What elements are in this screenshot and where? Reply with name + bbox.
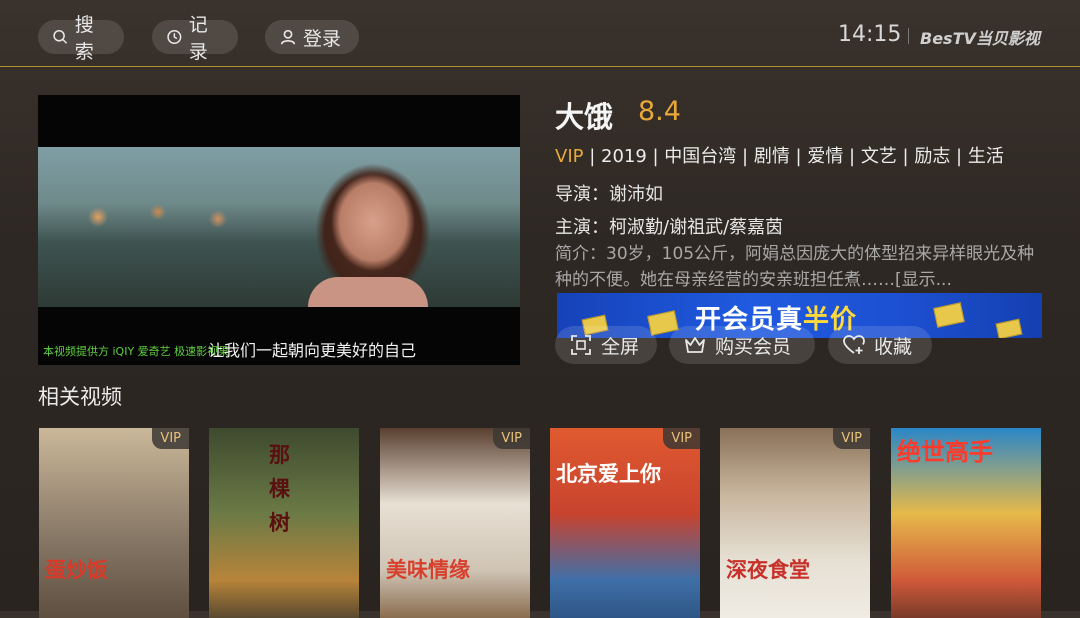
movie-score: 8.4 — [638, 96, 681, 127]
clock: 14:15 — [838, 22, 902, 47]
video-figure — [308, 277, 428, 307]
favorite-label: 收藏 — [874, 335, 913, 358]
movie-description[interactable]: 简介：30岁，105公斤，阿娟总因庞大的体型招来异样眼光及种种的不便。她在母亲经… — [555, 241, 1035, 293]
vip-tag: VIP — [555, 146, 584, 167]
top-bar: 搜索 记录 登录 14:15 BesTV当贝影视 — [0, 0, 1080, 67]
video-provider-text: 本视频提供方 iQIY 爱奇艺 极速影视果 — [43, 345, 230, 358]
login-button[interactable]: 登录 — [265, 20, 359, 54]
related-video-title: 美味情缘 — [386, 558, 470, 582]
history-button[interactable]: 记录 — [152, 14, 238, 63]
related-video-card[interactable]: 绝世高手 — [891, 428, 1041, 618]
video-subtitle: 让我们一起朝向更美好的自己 — [208, 341, 417, 360]
related-video-title: 蛋炒饭 — [45, 558, 108, 582]
related-video-title: 深夜食堂 — [726, 558, 810, 582]
related-video-card[interactable]: VIP 美味情缘 — [380, 428, 530, 618]
related-video-card[interactable]: 那棵树 — [209, 428, 359, 618]
video-frame — [38, 147, 520, 307]
crown-icon — [685, 337, 705, 353]
clock-icon — [167, 29, 182, 45]
coin-decoration — [995, 318, 1023, 338]
vip-badge: VIP — [493, 428, 530, 449]
brand-logo: BesTV当贝影视 — [920, 29, 1040, 48]
search-button[interactable]: 搜索 — [38, 14, 124, 63]
movie-cast: 主演：柯淑勤/谢祖武/蔡嘉茵 — [555, 217, 784, 238]
fullscreen-label: 全屏 — [601, 335, 640, 358]
movie-title: 大饿 — [555, 100, 614, 134]
buy-vip-label: 购买会员 — [715, 335, 792, 358]
related-video-title: 那棵树 — [269, 443, 290, 535]
related-title: 相关视频 — [38, 385, 122, 409]
movie-meta: VIP | 2019 | 中国台湾 | 剧情 | 爱情 | 文艺 | 励志 | … — [555, 142, 1004, 168]
fullscreen-button[interactable]: 全屏 — [555, 326, 657, 364]
heart-plus-icon — [843, 335, 865, 354]
vip-badge: VIP — [663, 428, 700, 449]
vip-badge: VIP — [152, 428, 189, 449]
coin-decoration — [933, 302, 965, 328]
favorite-button[interactable]: 收藏 — [828, 326, 932, 364]
fullscreen-icon — [571, 335, 591, 355]
header-divider — [908, 28, 909, 44]
video-player[interactable]: 本视频提供方 iQIY 爱奇艺 极速影视果 让我们一起朝向更美好的自己 — [38, 95, 520, 365]
movie-director: 导演：谢沛如 — [555, 184, 663, 205]
history-label: 记录 — [188, 14, 208, 63]
search-icon — [53, 29, 68, 44]
movie-meta-tags: | 2019 | 中国台湾 | 剧情 | 爱情 | 文艺 | 励志 | 生活 — [583, 146, 1004, 167]
vip-badge: VIP — [833, 428, 870, 449]
related-video-title: 北京爱上你 — [556, 462, 661, 486]
related-video-card[interactable]: VIP 深夜食堂 — [720, 428, 870, 618]
related-video-title: 绝世高手 — [897, 438, 993, 466]
login-label: 登录 — [303, 27, 342, 50]
buy-vip-button[interactable]: 购买会员 — [669, 326, 815, 364]
user-icon — [280, 29, 296, 45]
related-video-card[interactable]: VIP 蛋炒饭 — [39, 428, 189, 618]
related-video-card[interactable]: VIP 北京爱上你 — [550, 428, 700, 618]
search-label: 搜索 — [74, 14, 94, 63]
